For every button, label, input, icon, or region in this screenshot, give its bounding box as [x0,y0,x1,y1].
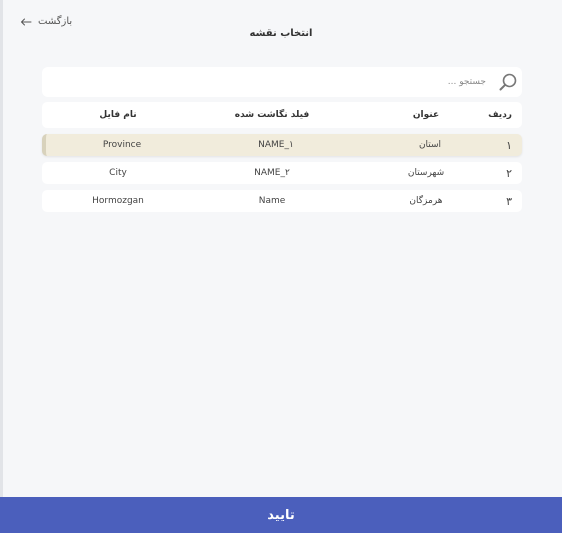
row-file-name: City [109,168,127,178]
table-row[interactable]: ۲ شهرستان NAME_۲ City [42,162,522,184]
table-row[interactable]: ۳ هرمزگان Name Hormozgan [42,190,522,212]
column-header-title[interactable]: عنوان [394,102,458,128]
table-row[interactable]: ۱ استان NAME_۱ Province [42,134,522,156]
confirm-button[interactable]: تایید [0,497,562,533]
row-file-name: Province [102,140,142,150]
table-header: ردیف عنوان فیلد نگاشت شده نام فایل [42,102,522,128]
search-icon[interactable] [498,72,518,96]
row-mapped-field: NAME_۲ [254,168,290,178]
row-number: ۱ [506,138,512,152]
row-mapped-field: NAME_۱ [258,140,294,150]
page-title: انتخاب نقشه [249,28,313,39]
back-button[interactable]: بازگشت [20,16,72,27]
row-mapped-field: Name [258,196,286,206]
column-header-radif[interactable]: ردیف [488,102,512,128]
row-number: ۲ [506,166,512,180]
arrow-left-icon [20,18,32,26]
row-title: شهرستان [407,168,445,178]
search-input[interactable] [106,74,486,90]
row-number: ۳ [506,194,512,208]
row-title: هرمزگان [409,196,443,206]
row-title: استان [418,140,442,150]
row-file-name: Hormozgan [92,196,144,206]
search-box [42,67,522,97]
column-header-mapped-field[interactable]: فیلد نگاشت شده [235,102,309,128]
back-label: بازگشت [38,16,73,27]
window-edge [0,0,3,533]
column-header-file-name[interactable]: نام فایل [68,102,168,128]
